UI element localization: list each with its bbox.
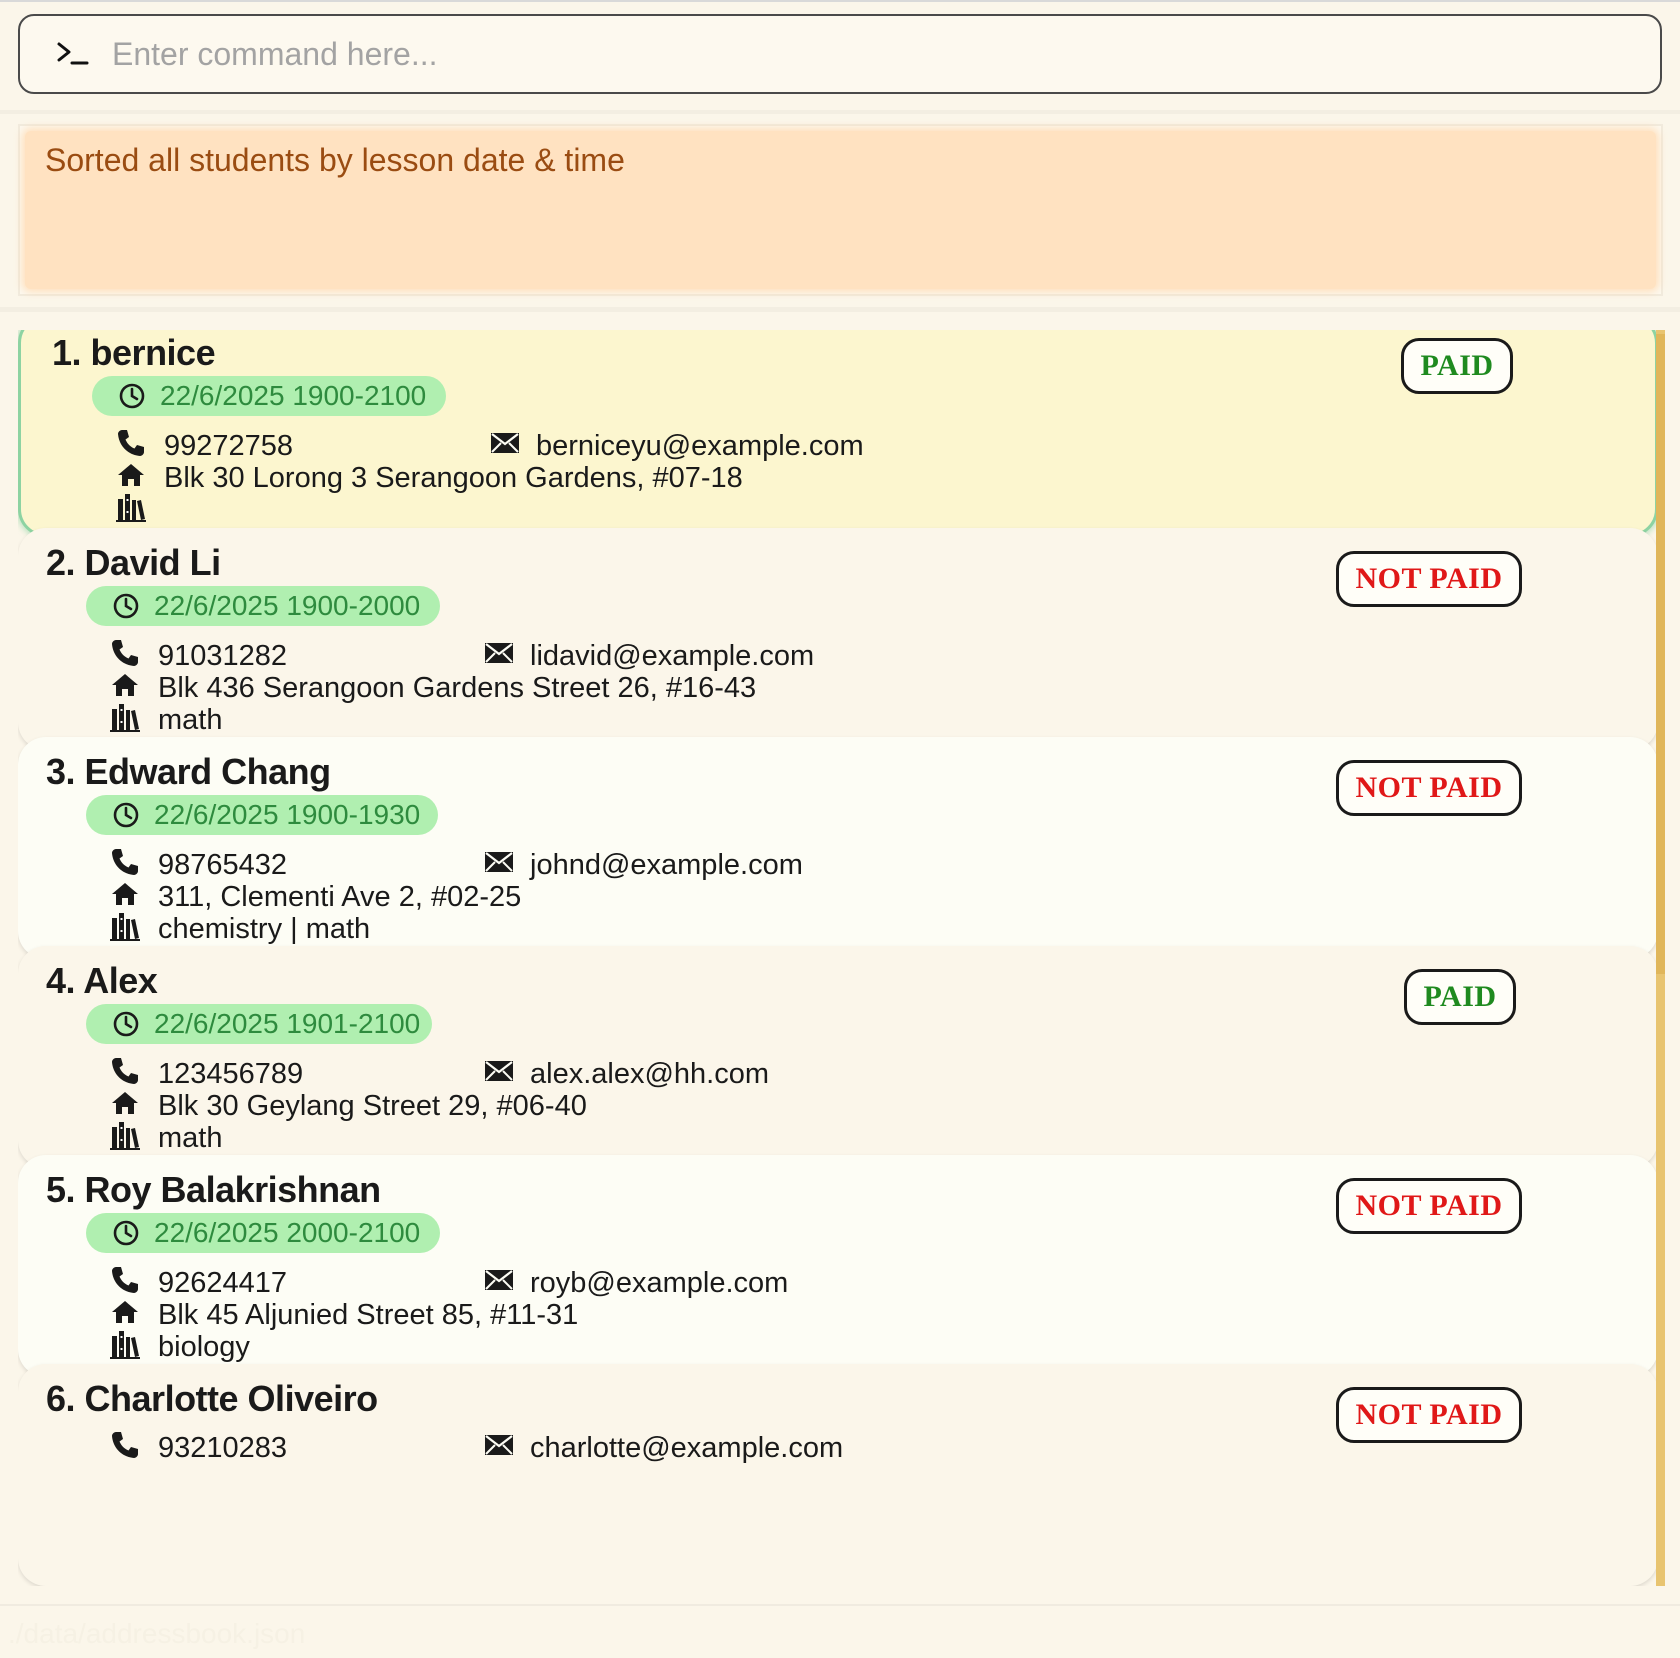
- student-card[interactable]: 6. Charlotte Oliveiro 93210283 charlotte@e…: [18, 1364, 1658, 1586]
- email-address: alex.alex@hh.com: [530, 1058, 769, 1090]
- email-icon: [482, 1428, 516, 1462]
- lesson-datetime: 22/6/2025 1900-2000: [154, 590, 421, 621]
- email-address: royb@example.com: [530, 1267, 789, 1299]
- student-card[interactable]: 2. David Li 22/6/2025 1900-2000 91031282 li…: [18, 528, 1658, 750]
- lesson-pill: 22/6/2025 1900-2000: [86, 586, 440, 626]
- phone-icon: [108, 1428, 142, 1462]
- result-display: Sorted all students by lesson date & tim…: [18, 124, 1663, 296]
- phone-number: 93210283: [158, 1432, 288, 1464]
- student-name: 3. Edward Chang: [46, 751, 331, 792]
- email-icon: [482, 845, 516, 879]
- email-address: charlotte@example.com: [530, 1432, 844, 1464]
- clock-icon: [112, 1219, 140, 1247]
- email-address: johnd@example.com: [530, 849, 803, 881]
- email-icon: [488, 426, 522, 460]
- books-icon: [108, 909, 142, 943]
- email-address: lidavid@example.com: [530, 640, 815, 672]
- payment-status-badge: NOT PAID: [1336, 551, 1522, 607]
- lesson-pill: 22/6/2025 1900-2100: [92, 376, 446, 416]
- lesson-datetime: 22/6/2025 1900-1930: [154, 799, 421, 830]
- terminal-prompt-icon: [56, 34, 96, 74]
- student-name: 6. Charlotte Oliveiro: [46, 1378, 378, 1419]
- student-name: 5. Roy Balakrishnan: [46, 1169, 381, 1210]
- address: Blk 30 Geylang Street 29, #06-40: [158, 1090, 587, 1122]
- result-message: Sorted all students by lesson date & tim…: [45, 142, 625, 178]
- divider: [0, 307, 1680, 312]
- status-bar: ./data/addressbook.json: [0, 1604, 1680, 1658]
- student-name: 1. bernice: [52, 332, 216, 373]
- phone-icon: [108, 636, 142, 670]
- divider: [0, 110, 1680, 114]
- books-icon: [108, 1118, 142, 1152]
- clock-icon: [118, 382, 146, 410]
- email-icon: [482, 636, 516, 670]
- clock-icon: [112, 1010, 140, 1038]
- phone-number: 92624417: [158, 1267, 288, 1299]
- address: 311, Clementi Ave 2, #02-25: [158, 881, 522, 913]
- phone-icon: [108, 1263, 142, 1297]
- phone-number: 91031282: [158, 640, 288, 672]
- books-icon: [108, 700, 142, 734]
- home-icon: [108, 1295, 142, 1329]
- phone-number: 98765432: [158, 849, 288, 881]
- subjects: math: [158, 1122, 223, 1154]
- phone-icon: [108, 845, 142, 879]
- address: Blk 45 Aljunied Street 85, #11-31: [158, 1299, 579, 1331]
- phone-number: 99272758: [164, 430, 294, 462]
- data-file-path: ./data/addressbook.json: [8, 1618, 306, 1649]
- lesson-pill: 22/6/2025 1900-1930: [86, 795, 438, 835]
- payment-status-badge: PAID: [1401, 338, 1513, 394]
- lesson-datetime: 22/6/2025 1901-2100: [154, 1008, 421, 1039]
- payment-status-badge: NOT PAID: [1336, 1178, 1522, 1234]
- command-box[interactable]: [18, 14, 1662, 94]
- clock-icon: [112, 801, 140, 829]
- lesson-pill: 22/6/2025 2000-2100: [86, 1213, 440, 1253]
- student-card[interactable]: 1. bernice 22/6/2025 1900-2100 99272758 ber…: [18, 330, 1658, 537]
- student-card[interactable]: 5. Roy Balakrishnan 22/6/2025 2000-2100 92…: [18, 1155, 1658, 1377]
- payment-status-badge: NOT PAID: [1336, 760, 1522, 816]
- home-icon: [108, 1086, 142, 1120]
- result-message-box: Sorted all students by lesson date & tim…: [25, 131, 1656, 289]
- email-icon: [482, 1054, 516, 1088]
- books-icon: [108, 1327, 142, 1361]
- payment-status-badge: NOT PAID: [1336, 1387, 1522, 1443]
- home-icon: [114, 458, 148, 492]
- student-name: 2. David Li: [46, 542, 221, 583]
- student-card[interactable]: 4. Alex 22/6/2025 1901-2100 123456789 alex.…: [18, 946, 1658, 1168]
- lesson-datetime: 22/6/2025 1900-2100: [160, 380, 427, 411]
- lesson-pill: 22/6/2025 1901-2100: [86, 1004, 432, 1044]
- books-icon: [114, 490, 148, 524]
- clock-icon: [112, 592, 140, 620]
- student-name: 4. Alex: [46, 960, 158, 1001]
- home-icon: [108, 668, 142, 702]
- window-top-border: [0, 0, 1680, 2]
- subjects: chemistry | math: [158, 913, 371, 945]
- lesson-datetime: 22/6/2025 2000-2100: [154, 1217, 421, 1248]
- home-icon: [108, 877, 142, 911]
- email-address: berniceyu@example.com: [536, 430, 864, 462]
- phone-icon: [114, 426, 148, 460]
- email-icon: [482, 1263, 516, 1297]
- student-list[interactable]: 1. bernice 22/6/2025 1900-2100 99272758 ber…: [18, 330, 1658, 1586]
- phone-icon: [108, 1054, 142, 1088]
- subjects: biology: [158, 1331, 250, 1363]
- payment-status-badge: PAID: [1404, 969, 1516, 1025]
- scrollbar-thumb[interactable]: [1656, 334, 1665, 974]
- phone-number: 123456789: [158, 1058, 304, 1090]
- student-card[interactable]: 3. Edward Chang 22/6/2025 1900-1930 987654…: [18, 737, 1658, 959]
- command-input[interactable]: [110, 34, 1614, 74]
- address: Blk 436 Serangoon Gardens Street 26, #16…: [158, 672, 757, 704]
- address: Blk 30 Lorong 3 Serangoon Gardens, #07-1…: [164, 462, 743, 494]
- subjects: math: [158, 704, 223, 736]
